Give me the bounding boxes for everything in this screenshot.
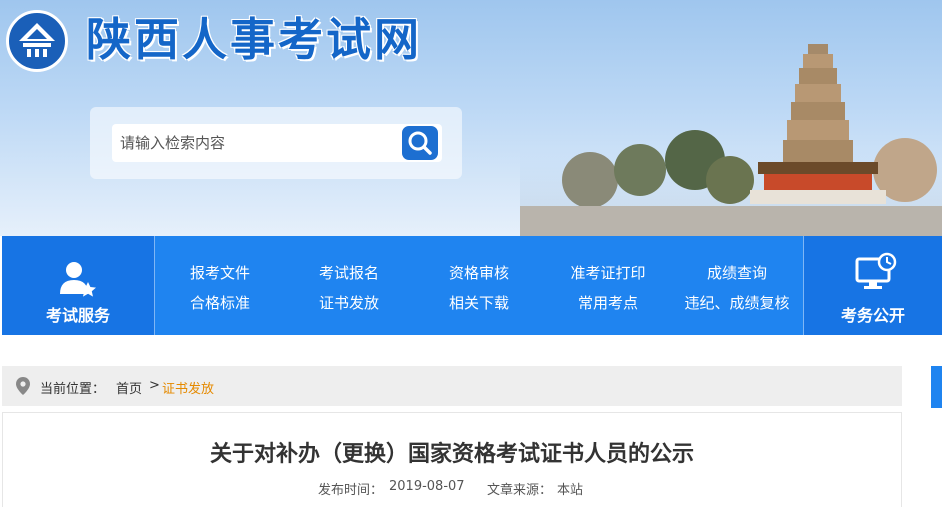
breadcrumb: 当前位置： 首页 > 证书发放 <box>2 366 902 406</box>
nav-link-pass-standard[interactable]: 合格标准 <box>155 292 285 313</box>
nav-link-downloads[interactable]: 相关下载 <box>414 292 544 313</box>
location-pin-icon <box>16 377 30 395</box>
side-widget-edge[interactable] <box>931 366 942 408</box>
published-date: 2019-08-07 <box>389 479 465 494</box>
nav-link-exam-docs[interactable]: 报考文件 <box>155 262 285 283</box>
nav-link-qualification-review[interactable]: 资格审核 <box>414 262 544 283</box>
breadcrumb-prefix: 当前位置： <box>40 382 106 397</box>
search-input[interactable] <box>112 124 398 162</box>
main-nav: 考试服务 报考文件 考试报名 资格审核 准考证打印 成绩查询 合格标准 证书发放… <box>2 236 942 335</box>
site-title[interactable]: 陕西人事考试网 <box>86 12 422 68</box>
exam-service-label: 考试服务 <box>45 306 110 325</box>
nav-link-violation-review[interactable]: 违纪、成绩复核 <box>664 292 810 313</box>
nav-divider <box>154 236 155 335</box>
source-value: 本站 <box>557 483 584 498</box>
exam-affairs-block[interactable]: 考务公开 <box>804 236 942 335</box>
nav-link-certificate-issue[interactable]: 证书发放 <box>284 292 414 313</box>
nav-link-admission-ticket[interactable]: 准考证打印 <box>543 262 673 283</box>
exam-service-block[interactable]: 考试服务 <box>2 236 154 335</box>
source-label: 文章来源： <box>487 483 553 498</box>
user-star-icon <box>60 262 96 297</box>
site-logo-icon[interactable] <box>6 10 68 72</box>
search-icon <box>408 131 432 155</box>
search-button[interactable] <box>398 124 442 162</box>
breadcrumb-separator: > <box>149 378 160 393</box>
nav-link-score-query[interactable]: 成绩查询 <box>672 262 802 283</box>
nav-link-exam-sites[interactable]: 常用考点 <box>543 292 673 313</box>
nav-link-registration[interactable]: 考试报名 <box>284 262 414 283</box>
article-title: 关于对补办（更换）国家资格考试证书人员的公示 <box>209 442 694 467</box>
monitor-clock-icon <box>855 252 897 289</box>
breadcrumb-home[interactable]: 首页 <box>116 378 142 397</box>
wild-goose-pagoda-image <box>520 44 942 236</box>
published-label: 发布时间： <box>318 483 384 498</box>
breadcrumb-current[interactable]: 证书发放 <box>162 378 214 397</box>
exam-affairs-label: 考务公开 <box>840 306 905 325</box>
header-banner: 陕西人事考试网 <box>0 0 942 236</box>
